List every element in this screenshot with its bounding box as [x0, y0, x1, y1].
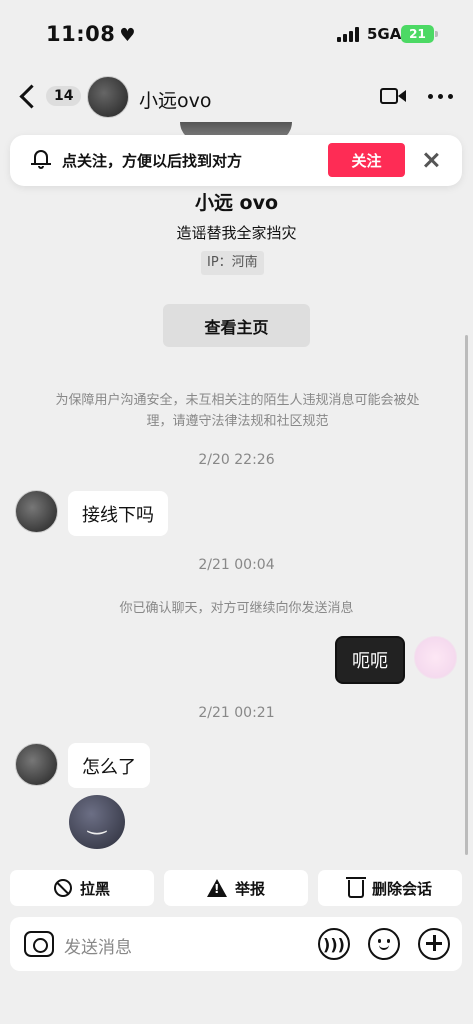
back-button[interactable]	[14, 82, 44, 112]
message-timestamp: 2/20 22:26	[198, 452, 275, 468]
sticker-emoji[interactable]: ‿	[69, 795, 125, 849]
network-label: 5GA	[367, 25, 402, 43]
block-icon	[53, 879, 72, 897]
view-profile-button[interactable]: 查看主页	[163, 304, 310, 347]
battery-level: 21	[409, 27, 426, 41]
delete-chat-button[interactable]: 删除会话	[318, 870, 462, 906]
system-message: 你已确认聊天，对方可继续向你发送消息	[119, 601, 354, 616]
camera-icon[interactable]	[24, 931, 54, 957]
safety-notice: 为保障用户沟通安全，未互相关注的陌生人违规消息可能会被处理，请遵守法律法规和社区…	[55, 393, 420, 429]
unread-badge[interactable]: 14	[46, 86, 82, 106]
delete-label: 删除会话	[371, 879, 432, 898]
close-icon[interactable]	[420, 149, 442, 171]
heart-icon: ♥	[119, 25, 136, 46]
emoji-icon[interactable]	[368, 928, 400, 960]
scrollbar[interactable]	[465, 335, 468, 855]
follow-banner-text: 点关注，方便以后找到对方	[62, 152, 243, 170]
contact-avatar[interactable]	[15, 490, 58, 533]
more-icon[interactable]	[428, 94, 453, 99]
status-bar: 11:08 ♥ 5GA 21	[0, 0, 473, 70]
contact-name[interactable]: 小远ovo	[139, 86, 212, 113]
contact-avatar[interactable]	[15, 743, 58, 786]
message-timestamp: 2/21 00:04	[198, 557, 275, 573]
block-button[interactable]: 拉黑	[10, 870, 154, 906]
self-avatar[interactable]	[414, 636, 457, 679]
message-input[interactable]: 发送消息	[64, 933, 132, 958]
voice-icon[interactable]: )))	[318, 928, 350, 960]
follow-button[interactable]: 关注	[328, 143, 405, 177]
ip-location-tag: IP：河南	[201, 251, 264, 275]
clock-time: 11:08	[46, 22, 116, 46]
warning-icon	[206, 879, 227, 897]
incoming-message[interactable]: 怎么了	[68, 743, 150, 788]
block-label: 拉黑	[79, 879, 110, 898]
incoming-message[interactable]: 接线下吗	[68, 491, 168, 536]
video-call-icon[interactable]	[380, 86, 406, 106]
trash-icon	[345, 877, 366, 898]
chat-header: 14 小远ovo	[0, 74, 473, 124]
report-button[interactable]: 举报	[164, 870, 308, 906]
follow-banner: 点关注，方便以后找到对方 关注	[10, 135, 462, 186]
plus-icon[interactable]	[418, 928, 450, 960]
signal-icon	[337, 27, 359, 42]
clock: 11:08 ♥	[46, 22, 136, 46]
contact-avatar[interactable]	[87, 76, 129, 118]
profile-bio: 造谣替我全家挡灾	[176, 224, 297, 242]
outgoing-message[interactable]: 呃呃	[335, 636, 405, 684]
report-label: 举报	[234, 879, 265, 898]
message-composer: 发送消息 )))	[10, 917, 462, 971]
battery-icon: 21	[401, 25, 438, 43]
bell-icon	[31, 148, 51, 170]
profile-name: 小远 ovo	[194, 192, 279, 214]
message-timestamp: 2/21 00:21	[198, 705, 275, 721]
